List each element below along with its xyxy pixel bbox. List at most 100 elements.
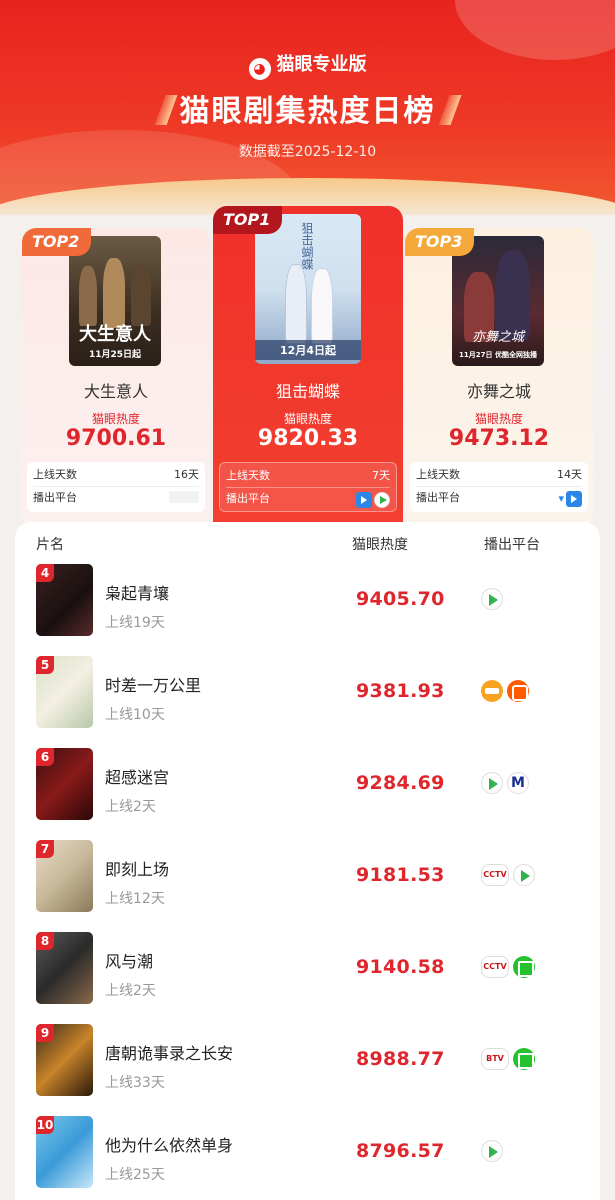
mango-tv-app-icon xyxy=(507,680,529,702)
platform-icons: CCTV xyxy=(481,956,535,978)
poster-thumbnail: 4 xyxy=(36,564,93,636)
poster-image: 大生意人 11月25日起 xyxy=(69,236,161,366)
poster-caption: 11月25日起 xyxy=(88,350,142,360)
migu-icon: ▾ xyxy=(558,492,564,505)
list-item[interactable]: 8 风与潮 上线2天 9140.58 CCTV xyxy=(15,932,600,1024)
title-decoration xyxy=(438,95,461,125)
show-title: 唐朝诡事录之长安 xyxy=(105,1044,234,1063)
days-online: 上线10天 xyxy=(105,707,165,723)
list-item[interactable]: 10 他为什么依然单身 上线25天 8796.57 xyxy=(15,1116,600,1200)
poster-caption: 12月4日起 xyxy=(255,340,361,360)
tencent-video-icon xyxy=(513,864,535,886)
list-item[interactable]: 5 时差一万公里 上线10天 9381.93 xyxy=(15,656,600,748)
platform-icons xyxy=(169,491,199,503)
heat-value: 9140.58 xyxy=(356,956,445,978)
header-platform: 播出平台 xyxy=(484,537,540,553)
days-value: 16天 xyxy=(174,468,199,481)
list-header: 片名 猫眼热度 播出平台 xyxy=(15,534,600,558)
heat-value: 8988.77 xyxy=(356,1048,445,1070)
tencent-video-icon xyxy=(374,492,390,508)
platform-label: 播出平台 xyxy=(226,492,270,505)
show-title: 大生意人 xyxy=(83,382,148,401)
platform-icons: ▾ xyxy=(558,491,582,507)
brand-name: 猫眼专业版 xyxy=(276,54,367,75)
iqiyi-icon xyxy=(513,1048,535,1070)
heat-label: 猫眼热度 xyxy=(91,412,140,426)
poster-caption: 11月27日 优酷全网独播 xyxy=(459,351,537,359)
migu-icon: M xyxy=(507,772,529,794)
days-online: 上线2天 xyxy=(105,799,156,815)
rank-badge: TOP3 xyxy=(405,228,475,256)
platform-icons: M xyxy=(481,772,529,794)
data-date: 数据截至2025-12-10 xyxy=(238,144,377,160)
heat-label: 猫眼热度 xyxy=(474,412,523,426)
cat-logo-icon: ◕ xyxy=(248,58,271,80)
days-online: 上线33天 xyxy=(105,1075,165,1091)
info-box: 上线天数 14天 播出平台 ▾ xyxy=(410,462,588,512)
heat-value: 9820.33 xyxy=(257,426,359,451)
days-value: 14天 xyxy=(557,468,582,481)
ranking-list: 片名 猫眼热度 播出平台 4 枭起青壤 上线19天 9405.70 5 时差一万… xyxy=(15,522,600,1200)
platform-icons xyxy=(481,588,503,610)
days-online: 上线19天 xyxy=(105,615,165,631)
tencent-video-icon xyxy=(481,588,503,610)
list-item[interactable]: 7 即刻上场 上线12天 9181.53 CCTV xyxy=(15,840,600,932)
days-label: 上线天数 xyxy=(226,469,270,482)
days-value: 7天 xyxy=(372,469,390,482)
show-title: 超感迷宫 xyxy=(105,768,170,787)
poster-image: 狙击蝴蝶 12月4日起 xyxy=(255,214,361,364)
platform-label: 播出平台 xyxy=(416,491,460,504)
cctv-icon: CCTV xyxy=(481,864,509,886)
poster-image: 亦舞之城 11月27日 优酷全网独播 xyxy=(452,236,544,366)
show-title: 即刻上场 xyxy=(105,860,170,879)
poster-thumbnail: 6 xyxy=(36,748,93,820)
platform-icons: CCTV xyxy=(481,864,535,886)
show-title: 他为什么依然单身 xyxy=(105,1136,234,1155)
btv-icon: BTV xyxy=(481,1048,509,1070)
poster-thumbnail: 7 xyxy=(36,840,93,912)
page-title: 猫眼剧集热度日榜 xyxy=(0,86,615,130)
rank-badge: TOP2 xyxy=(22,228,92,256)
header-heat: 猫眼热度 xyxy=(352,537,408,553)
rank-badge: 5 xyxy=(36,656,54,674)
poster-thumbnail: 5 xyxy=(36,656,93,728)
cctv-icon: CCTV xyxy=(481,956,509,978)
show-title: 时差一万公里 xyxy=(105,676,202,695)
heat-value: 8796.57 xyxy=(356,1140,445,1162)
tencent-video-icon xyxy=(481,772,503,794)
heat-label: 猫眼热度 xyxy=(283,412,332,426)
rank-badge: 7 xyxy=(36,840,54,858)
list-item[interactable]: 4 枭起青壤 上线19天 9405.70 xyxy=(15,564,600,656)
rank-badge: 4 xyxy=(36,564,54,582)
iqiyi-icon xyxy=(513,956,535,978)
heat-value: 9381.93 xyxy=(356,680,445,702)
heat-value: 9284.69 xyxy=(356,772,445,794)
platform-icons xyxy=(356,492,390,508)
show-title: 风与潮 xyxy=(105,952,154,971)
header-banner: ◕ 猫眼专业版 猫眼剧集热度日榜 数据截至2025-12-10 xyxy=(0,0,615,215)
days-label: 上线天数 xyxy=(33,468,77,481)
brand: ◕ 猫眼专业版 xyxy=(0,50,615,80)
heat-value: 9700.61 xyxy=(65,426,167,451)
show-title: 亦舞之城 xyxy=(466,382,531,401)
days-label: 上线天数 xyxy=(416,468,460,481)
list-item[interactable]: 9 唐朝诡事录之长安 上线33天 8988.77 BTV xyxy=(15,1024,600,1116)
top1-card[interactable]: 狙击蝴蝶 12月4日起 TOP1 狙击蝴蝶 猫眼热度 9820.33 上线天数 7… xyxy=(213,206,403,536)
top3-card[interactable]: 亦舞之城 11月27日 优酷全网独播 TOP3 亦舞之城 猫眼热度 9473.1… xyxy=(405,228,593,528)
show-title: 枭起青壤 xyxy=(105,584,170,603)
poster-thumbnail: 8 xyxy=(36,932,93,1004)
youku-icon xyxy=(356,492,372,508)
rank-badge: 8 xyxy=(36,932,54,950)
show-title: 狙击蝴蝶 xyxy=(275,382,340,401)
title-decoration xyxy=(154,95,177,125)
info-box: 上线天数 16天 播出平台 xyxy=(27,462,205,512)
rank-badge: 6 xyxy=(36,748,54,766)
platform-label: 播出平台 xyxy=(33,491,77,504)
rank-badge: TOP1 xyxy=(213,206,283,234)
rank-badge: 10 xyxy=(36,1116,54,1134)
top2-card[interactable]: 大生意人 11月25日起 TOP2 大生意人 猫眼热度 9700.61 上线天数… xyxy=(22,228,210,528)
poster-thumbnail: 10 xyxy=(36,1116,93,1188)
info-box: 上线天数 7天 播出平台 xyxy=(219,462,397,512)
list-item[interactable]: 6 超感迷宫 上线2天 9284.69 M xyxy=(15,748,600,840)
days-online: 上线25天 xyxy=(105,1167,165,1183)
